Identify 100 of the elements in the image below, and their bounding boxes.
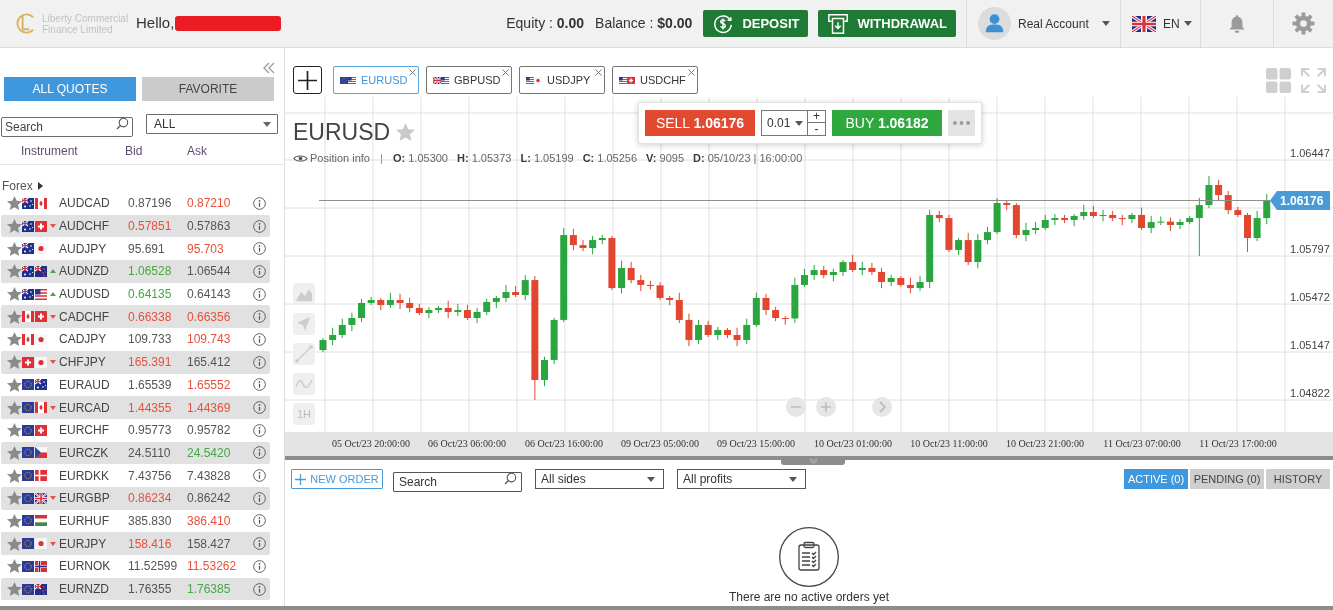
info-icon[interactable] xyxy=(253,310,266,324)
eye-icon[interactable] xyxy=(293,154,308,163)
star-icon[interactable] xyxy=(7,264,22,279)
star-icon[interactable] xyxy=(7,332,22,347)
australian-flag-icon xyxy=(22,288,34,300)
star-icon[interactable] xyxy=(7,241,22,256)
profit-filter-dropdown[interactable]: All profits xyxy=(677,469,806,489)
star-icon[interactable] xyxy=(7,196,22,211)
caret-down-icon[interactable] xyxy=(263,121,271,127)
star-icon[interactable] xyxy=(7,423,22,438)
close-icon[interactable] xyxy=(409,69,416,76)
info-icon[interactable] xyxy=(253,491,266,505)
account-menu[interactable]: Real Account xyxy=(978,7,1110,40)
info-icon[interactable] xyxy=(253,423,266,437)
candlestick xyxy=(916,275,924,292)
quantity-dropdown[interactable]: 0.01 xyxy=(761,110,808,136)
info-icon[interactable] xyxy=(253,378,266,392)
deposit-button[interactable]: DEPOSIT xyxy=(703,10,809,37)
more-button[interactable] xyxy=(948,110,975,136)
orders-tab[interactable]: PENDING (0) xyxy=(1190,469,1264,489)
star-icon[interactable] xyxy=(7,559,22,574)
star-icon[interactable] xyxy=(7,219,22,234)
star-icon[interactable] xyxy=(7,400,22,415)
bid-price: 11.52599 xyxy=(128,558,179,576)
caret-down-icon[interactable] xyxy=(1102,21,1110,26)
australian-flag-icon xyxy=(22,197,34,209)
info-icon[interactable] xyxy=(253,264,266,278)
decrement-button[interactable]: - xyxy=(808,123,826,136)
japanese-flag-icon xyxy=(534,76,542,84)
info-icon[interactable] xyxy=(253,559,266,573)
info-icon[interactable] xyxy=(253,446,266,460)
quote-row[interactable]: EURJPY 158.416 158.427 xyxy=(1,532,270,555)
add-chart-button[interactable] xyxy=(293,66,322,94)
language-menu[interactable]: EN xyxy=(1132,14,1192,33)
info-icon[interactable] xyxy=(253,537,266,551)
quote-row[interactable]: EURNZD 1.76355 1.76385 xyxy=(1,577,270,601)
quote-row[interactable]: CADCHF 0.66338 0.66356 xyxy=(1,305,270,329)
star-icon[interactable] xyxy=(7,491,22,506)
quote-row[interactable]: EURGBP 0.86234 0.86242 xyxy=(1,486,270,510)
position-info-link[interactable]: Position info xyxy=(310,152,370,165)
orders-tab[interactable]: HISTORY xyxy=(1266,469,1330,489)
star-icon[interactable] xyxy=(7,445,22,460)
close-icon[interactable] xyxy=(688,69,695,76)
increment-button[interactable]: + xyxy=(808,110,826,123)
quote-row[interactable]: EURCZK 24.5110 24.5420 xyxy=(1,441,270,465)
quote-row[interactable]: AUDCHF 0.57851 0.57863 xyxy=(1,214,270,238)
star-icon[interactable] xyxy=(7,536,22,551)
notification-bell-icon[interactable] xyxy=(1228,13,1246,34)
info-icon[interactable] xyxy=(253,401,266,415)
info-icon[interactable] xyxy=(253,287,266,301)
close-icon[interactable] xyxy=(595,69,602,76)
search-field[interactable]: Search xyxy=(393,472,522,492)
candlestick xyxy=(425,306,433,319)
caret-right-icon[interactable] xyxy=(37,182,43,190)
filter-dropdown[interactable]: ALL xyxy=(146,114,278,134)
caret-down-icon[interactable] xyxy=(789,476,797,482)
sell-button[interactable]: SELL 1.06176 xyxy=(645,110,755,136)
canadian-flag-icon xyxy=(35,197,47,209)
chart-tab[interactable]: USDJPY xyxy=(519,66,605,94)
bid-price: 385.830 xyxy=(128,512,173,530)
japanese-flag-icon xyxy=(35,356,47,368)
side-filter-dropdown[interactable]: All sides xyxy=(535,469,664,489)
quote-row[interactable]: CHFJPY 165.391 165.412 xyxy=(1,350,270,374)
info-icon[interactable] xyxy=(253,219,266,233)
instrument-name: AUDCAD xyxy=(59,195,111,213)
star-icon[interactable] xyxy=(7,513,22,528)
eu-flag-icon xyxy=(22,470,34,482)
withdrawal-button[interactable]: WITHDRAWAL xyxy=(818,10,956,37)
star-icon[interactable] xyxy=(7,377,22,392)
star-icon[interactable] xyxy=(7,355,22,370)
info-icon[interactable] xyxy=(253,514,266,528)
info-icon[interactable] xyxy=(253,242,266,256)
info-icon[interactable] xyxy=(253,582,266,596)
info-icon[interactable] xyxy=(253,355,266,369)
settings-icon[interactable] xyxy=(1292,12,1315,35)
instrument-name: AUDCHF xyxy=(59,218,110,236)
info-icon[interactable] xyxy=(253,469,266,483)
caret-down-icon[interactable] xyxy=(1183,21,1192,26)
star-icon[interactable] xyxy=(7,468,22,483)
search-icon[interactable] xyxy=(116,117,129,130)
search-icon[interactable] xyxy=(504,472,517,485)
caret-down-icon[interactable] xyxy=(647,476,655,482)
star-icon[interactable] xyxy=(7,309,22,324)
search-field[interactable]: Search xyxy=(1,117,133,137)
star-icon[interactable] xyxy=(7,582,22,597)
info-icon[interactable] xyxy=(253,332,266,346)
group-header[interactable]: Forex xyxy=(0,179,43,193)
caret-down-icon[interactable] xyxy=(795,120,803,126)
quotes-tab[interactable]: FAVORITE xyxy=(142,77,274,101)
chart-tab[interactable]: USDCHF xyxy=(612,66,698,94)
close-icon[interactable] xyxy=(502,69,509,76)
panel-resize-handle[interactable] xyxy=(781,456,845,465)
quote-row[interactable]: EURCAD 1.44355 1.44369 xyxy=(1,396,270,419)
quote-row[interactable]: AUDNZD 1.06528 1.06544 xyxy=(1,260,270,283)
collapse-icon[interactable] xyxy=(263,62,275,74)
chart-tab[interactable]: GBPUSD xyxy=(426,66,512,94)
favorite-star-icon[interactable] xyxy=(396,123,416,141)
scroll-right-icon[interactable] xyxy=(872,397,892,417)
info-icon[interactable] xyxy=(253,196,266,210)
star-icon[interactable] xyxy=(7,287,22,302)
